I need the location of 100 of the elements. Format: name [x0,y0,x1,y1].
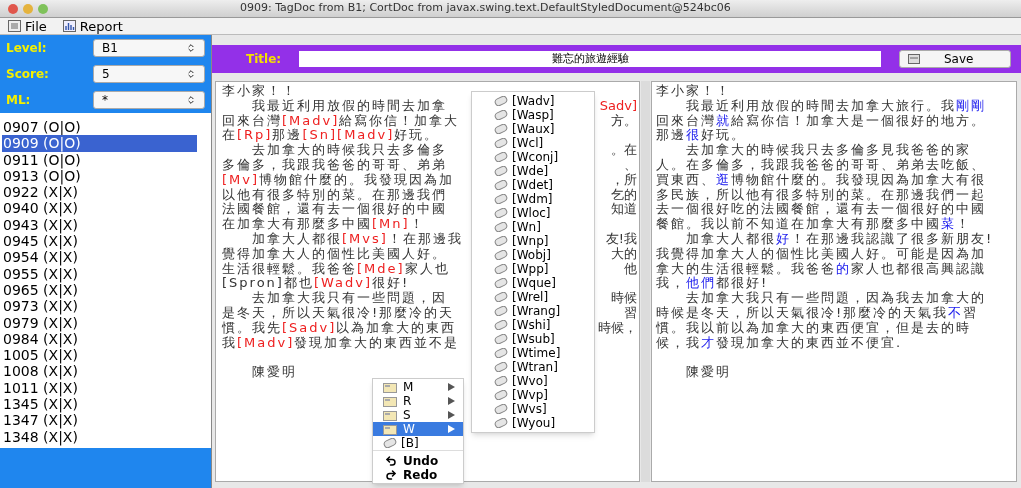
submenu-item[interactable]: [Wasp] [472,108,594,122]
menu-item[interactable]: R [373,394,463,408]
body-text: 好玩。 [701,127,746,143]
submenu-item[interactable]: [Wnp] [472,234,594,248]
select-field[interactable]: * [93,91,205,109]
submenu-item[interactable]: [Wpp] [472,262,594,276]
error-tag: [Sn][Madv] [302,127,395,143]
document-list-item[interactable]: 0973 (X|X) [2,298,197,315]
body-text: 我覺得加拿大人的個性比美國人好。可能是因為加 [656,245,986,261]
document-list-item[interactable]: 1345 (X|X) [2,396,197,413]
document-list-item[interactable]: 0984 (X|X) [2,330,197,348]
title-field[interactable]: 難忘的旅遊經驗 [299,51,881,67]
tag-icon [494,264,508,274]
body-text: 那邊 [656,127,686,143]
submenu-item[interactable]: [Wsub] [472,332,594,346]
tag-icon [494,320,508,330]
body-text: 那邊 [272,127,303,143]
tag-icon [383,438,397,448]
body-text: 回來台灣 [656,112,716,128]
select-field[interactable]: 5 [93,65,205,83]
tag-icon [494,376,508,386]
document-list-item[interactable]: 0940 (X|X) [2,200,197,217]
body-text: 方。 [611,113,637,129]
document-list-item[interactable]: 1347 (X|X) [2,412,197,429]
menu-item[interactable]: Undo [373,454,463,468]
body-text: 我最近利用放假的時間去加拿 [251,97,447,113]
body-text: 時候 [611,291,637,306]
tag-icon [494,418,508,428]
menu-item[interactable]: File [8,19,47,33]
submenu-item[interactable]: [Wadv] [472,94,594,108]
submenu-item[interactable]: [Wconj] [472,150,594,164]
body-text: 好玩。 [394,127,440,143]
corrected-word: 就 [716,112,731,128]
tag-icon [494,96,508,106]
submenu-item[interactable]: [Wcl] [472,136,594,150]
select-field[interactable]: B1 [93,39,205,57]
document-list-item[interactable]: 0907 (O|O) [2,119,197,136]
document-list-item[interactable]: 0911 (O|O) [2,151,197,168]
document-list-item[interactable]: 1008 (X|X) [2,363,197,380]
zoom-button[interactable] [38,3,48,14]
submenu-item[interactable]: [Wshi] [472,318,594,332]
menu-item[interactable]: Redo [373,468,463,482]
tag-icon [494,152,508,162]
body-text: 、 [624,158,637,173]
menu-item[interactable]: Report [62,19,123,33]
corrected-text-pane[interactable] [651,81,1017,482]
filter-label: ML: [6,92,31,109]
submenu-item[interactable]: [Wde] [472,164,594,178]
menu-item[interactable]: W [373,422,463,436]
error-tag: [Madv] [237,334,295,350]
document-list-item[interactable]: 1005 (X|X) [2,347,197,364]
document-list-item[interactable]: 0955 (X|X) [2,265,197,282]
document-list-item[interactable]: 0945 (X|X) [2,233,197,250]
document-list-item[interactable]: 0954 (X|X) [2,249,197,266]
submenu-item[interactable]: [Wdm] [472,192,594,206]
body-text: 博物館什麼的。我發現因為加拿大有很 [731,171,986,187]
submenu-item[interactable]: [Wyou] [472,416,594,430]
body-text: 買東西、 [656,171,716,187]
submenu-item[interactable]: [Wobj] [472,248,594,262]
submenu-item[interactable]: [Wrang] [472,304,594,318]
tag-icon [494,208,508,218]
submenu-item[interactable]: [Wvs] [472,402,594,416]
submenu-item[interactable]: [Wloc] [472,206,594,220]
body-text: 去加拿大的時候我只去多倫多見我爸爸的家 [685,142,971,158]
menu-item[interactable]: M [373,380,463,394]
submenu-item[interactable]: [Wtime] [472,346,594,360]
tag-icon [494,278,508,288]
body-text: 回來台灣 [222,112,282,128]
body-text: 李小家！！ [656,83,731,98]
menu-item[interactable]: S [373,408,463,422]
save-button[interactable]: Save [899,50,1011,68]
submenu-item[interactable]: [Wn] [472,220,594,234]
body-text: 加拿大人都很 [251,230,342,246]
document-list-item[interactable]: 0922 (X|X) [2,184,197,201]
document-list-item[interactable]: 0909 (O|O) [2,135,197,152]
submenu-item[interactable]: [Wtran] [472,360,594,374]
close-button[interactable] [8,3,18,14]
submenu-item[interactable]: [Waux] [472,122,594,136]
body-text: 去加拿大的時候我只去多倫多 [252,142,447,158]
tag-icon [494,292,508,302]
redo-icon [385,469,397,481]
document-list-item[interactable]: 0979 (X|X) [2,314,197,331]
submenu-item[interactable]: [Wvo] [472,374,594,388]
document-list-item[interactable]: 1011 (X|X) [2,379,197,397]
submenu-item[interactable]: [Wvp] [472,388,594,402]
submenu-item[interactable]: [Wrel] [472,290,594,304]
document-list-item[interactable]: 1348 (X|X) [2,428,197,445]
body-text: 去加拿大我只有一些問題，因為我去加拿大的 [685,290,986,306]
corrected-word: 好 [776,230,791,246]
document-list-item[interactable]: 0943 (X|X) [2,216,197,234]
submenu-item[interactable]: [Wdet] [472,178,594,192]
menu-item[interactable]: [B] [373,436,463,451]
body-text: 大的 [611,246,637,262]
minimize-button[interactable] [23,3,33,14]
error-tag: [Rp] [237,127,273,143]
tag-icon [494,194,508,204]
submenu-item[interactable]: [Wque] [472,276,594,290]
document-list-item[interactable]: 0965 (X|X) [2,281,197,299]
body-text: 人。在多倫多，我跟我爸爸的哥哥、弟弟去吃飯、 [656,157,986,172]
body-text: 覺得加拿大人的個性比美國人好。 [222,245,447,261]
